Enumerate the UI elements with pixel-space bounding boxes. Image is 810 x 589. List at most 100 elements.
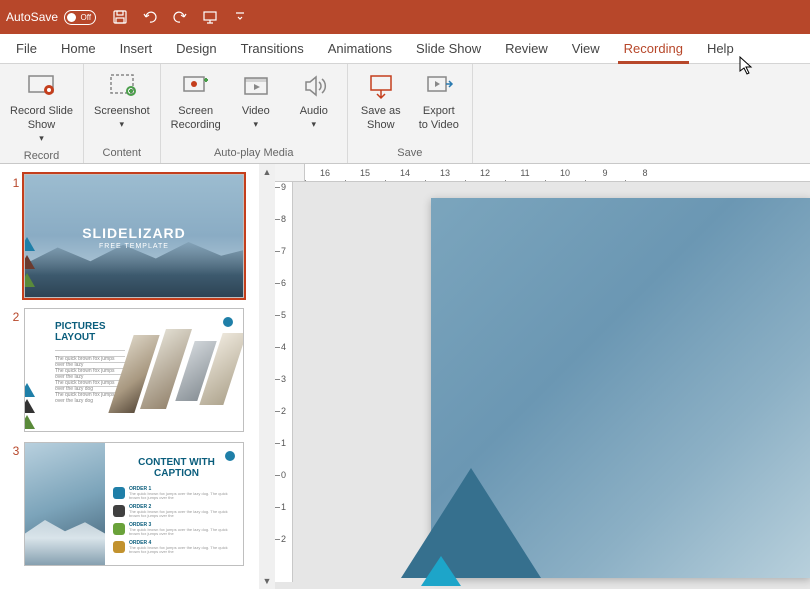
button-label: Video — [242, 104, 270, 118]
ruler-tick: 6 — [275, 278, 292, 288]
ruler-tick: 13 — [425, 168, 465, 178]
slide1-subtitle: FREE TEMPLATE — [25, 243, 243, 250]
thumbnails-scrollbar[interactable]: ▲ ▼ — [259, 164, 275, 589]
slide-thumbnail-2[interactable]: PICTURES LAYOUT The quick brown fox jump… — [24, 308, 244, 432]
qat-customize[interactable] — [226, 4, 254, 30]
button-label: Screen Recording — [171, 104, 221, 132]
ruler-tick: 9 — [275, 182, 292, 192]
ruler-tick: 16 — [305, 168, 345, 178]
slide-thumbnails-panel: 1 SLIDELIZARD FREE TEMPLATE 2 PICTURES L… — [0, 164, 275, 589]
list-item: ORDER 1The quick brown fox jumps over th… — [113, 485, 237, 501]
audio-icon — [298, 70, 330, 102]
thumbnail-row: 2 PICTURES LAYOUT The quick brown fox ju… — [0, 298, 275, 432]
autosave-state: Off — [81, 13, 92, 22]
slide-number: 1 — [8, 174, 24, 298]
ribbon-group-record: Record Slide Show▾Record — [0, 64, 84, 163]
ruler-tick: 2 — [275, 406, 292, 416]
save-as-show-icon — [365, 70, 397, 102]
title-bar: AutoSave Off — [0, 0, 810, 34]
present-button[interactable] — [196, 4, 224, 30]
screen-recording-button[interactable]: Screen Recording — [165, 66, 227, 136]
redo-button[interactable] — [166, 4, 194, 30]
slide1-title: SLIDELIZARD — [25, 225, 243, 241]
slide-thumbnail-1[interactable]: SLIDELIZARD FREE TEMPLATE — [24, 174, 244, 298]
quick-access-toolbar — [106, 4, 254, 30]
menu-home[interactable]: Home — [49, 34, 108, 63]
menu-file[interactable]: File — [4, 34, 49, 63]
vertical-ruler: 987654321012 — [275, 182, 293, 582]
screenshot-icon — [106, 70, 138, 102]
list-item: ORDER 2The quick brown fox jumps over th… — [113, 503, 237, 519]
menu-view[interactable]: View — [560, 34, 612, 63]
slide-number: 2 — [8, 308, 24, 432]
menu-recording[interactable]: Recording — [612, 34, 695, 63]
menu-review[interactable]: Review — [493, 34, 560, 63]
ruler-tick: 14 — [385, 168, 425, 178]
record-slide-show-button[interactable]: Record Slide Show▾ — [4, 66, 79, 148]
ribbon-group-auto-play-media: Screen RecordingVideo▾Audio▾Auto-play Me… — [161, 64, 348, 163]
ruler-tick: 0 — [275, 470, 292, 480]
content-area: 1 SLIDELIZARD FREE TEMPLATE 2 PICTURES L… — [0, 164, 810, 589]
button-label: Export to Video — [419, 104, 459, 132]
slide-canvas[interactable]: 1615141312111098 987654321012 — [275, 164, 810, 589]
thumbnail-row: 3 CONTENT WITH CAPTION ORDER 1The quick … — [0, 432, 275, 566]
list-item: ORDER 3The quick brown fox jumps over th… — [113, 521, 237, 537]
ruler-tick: 8 — [275, 214, 292, 224]
ribbon: Record Slide Show▾RecordScreenshot▾Conte… — [0, 64, 810, 164]
horizontal-ruler: 1615141312111098 — [305, 164, 810, 182]
ruler-tick: 15 — [345, 168, 385, 178]
chevron-down-icon: ▾ — [312, 119, 317, 130]
ruler-tick: 8 — [625, 168, 665, 178]
ribbon-group-save: Save as Show Export to Video Save — [348, 64, 473, 163]
slide-number: 3 — [8, 442, 24, 566]
menu-animations[interactable]: Animations — [316, 34, 404, 63]
ruler-tick: 5 — [275, 310, 292, 320]
video-icon — [240, 70, 272, 102]
list-item: ORDER 4The quick brown fox jumps over th… — [113, 539, 237, 555]
screenshot-button[interactable]: Screenshot▾ — [88, 66, 156, 134]
menu-transitions[interactable]: Transitions — [229, 34, 316, 63]
ruler-tick: 11 — [505, 168, 545, 178]
ruler-tick: 4 — [275, 342, 292, 352]
chevron-down-icon: ▾ — [254, 119, 259, 130]
ruler-tick: 12 — [465, 168, 505, 178]
button-label: Record Slide Show — [10, 104, 73, 132]
active-slide[interactable] — [431, 198, 810, 578]
button-label: Screenshot — [94, 104, 150, 118]
screen-recording-icon — [180, 70, 212, 102]
menu-bar: FileHomeInsertDesignTransitionsAnimation… — [0, 34, 810, 64]
group-label: Save — [352, 145, 468, 163]
scroll-down-icon[interactable]: ▼ — [259, 573, 275, 589]
chevron-down-icon: ▾ — [120, 119, 125, 130]
button-label: Audio — [300, 104, 328, 118]
ribbon-group-content: Screenshot▾Content — [84, 64, 161, 163]
autosave-switch[interactable]: Off — [64, 10, 96, 25]
record-slide-show-icon — [25, 70, 57, 102]
menu-help[interactable]: Help — [695, 34, 746, 63]
ruler-tick: 7 — [275, 246, 292, 256]
slide3-title: CONTENT WITH CAPTION — [120, 457, 233, 479]
scroll-up-icon[interactable]: ▲ — [259, 164, 275, 180]
autosave-toggle[interactable]: AutoSave Off — [6, 10, 96, 25]
menu-insert[interactable]: Insert — [108, 34, 165, 63]
slide2-title: PICTURES LAYOUT — [55, 321, 106, 343]
ruler-corner — [275, 164, 305, 182]
save-button[interactable] — [106, 4, 134, 30]
ruler-tick: 1 — [275, 438, 292, 448]
export-to-video-button[interactable]: Export to Video — [410, 66, 468, 136]
ruler-tick: 10 — [545, 168, 585, 178]
audio-button[interactable]: Audio▾ — [285, 66, 343, 134]
save-as-show-button[interactable]: Save as Show — [352, 66, 410, 136]
ruler-tick: 9 — [585, 168, 625, 178]
export-video-icon — [423, 70, 455, 102]
autosave-label: AutoSave — [6, 10, 58, 24]
menu-slide-show[interactable]: Slide Show — [404, 34, 493, 63]
menu-design[interactable]: Design — [164, 34, 228, 63]
slide-thumbnail-3[interactable]: CONTENT WITH CAPTION ORDER 1The quick br… — [24, 442, 244, 566]
thumbnail-row: 1 SLIDELIZARD FREE TEMPLATE — [0, 164, 275, 298]
ruler-tick: 1 — [275, 502, 292, 512]
chevron-down-icon: ▾ — [39, 133, 44, 144]
undo-button[interactable] — [136, 4, 164, 30]
video-button[interactable]: Video▾ — [227, 66, 285, 134]
group-label: Auto-play Media — [165, 145, 343, 163]
